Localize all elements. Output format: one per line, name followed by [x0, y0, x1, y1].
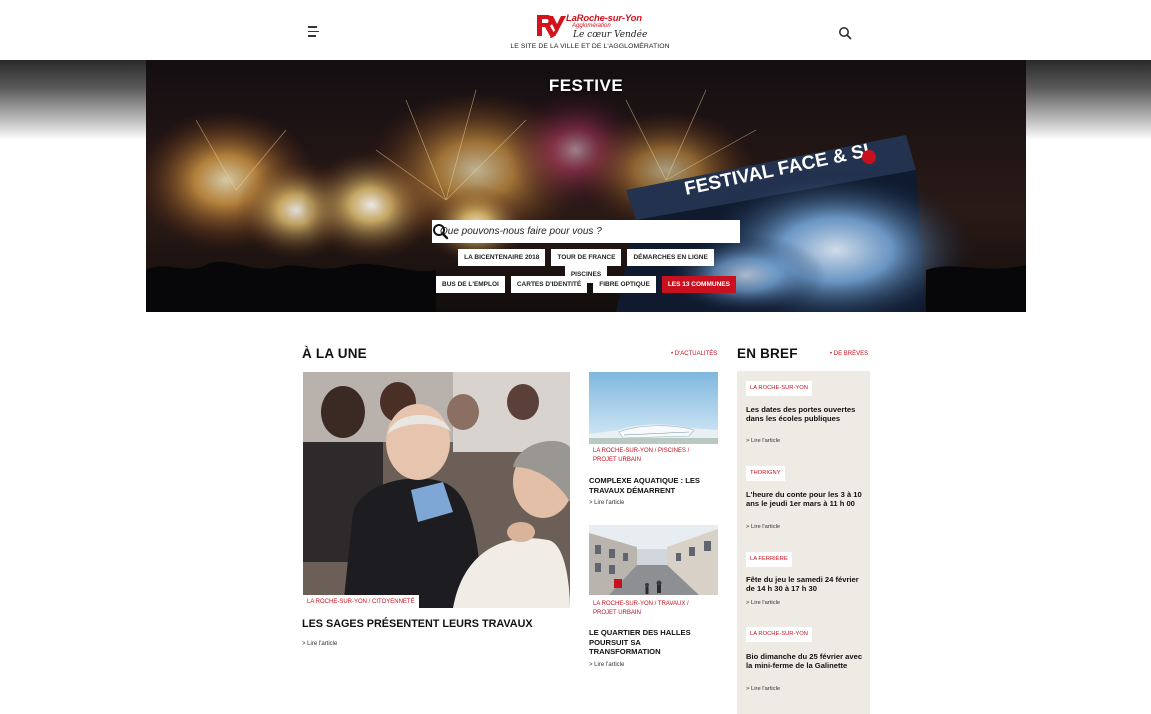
- hero-title: FESTIVE: [548, 76, 624, 95]
- card-halles-title-line1: LE QUARTIER DES HALLES: [589, 628, 691, 637]
- quick-links-row-2: BUS DE L'EMPLOI CARTES D'IDENTITÉ FIBRE OP…: [432, 276, 740, 293]
- bref-item-read-link[interactable]: > Lire l'article: [746, 438, 780, 444]
- quick-link-cartes-identite[interactable]: CARTES D'IDENTITÉ: [510, 276, 588, 293]
- quick-link-demarches[interactable]: DÉMARCHES EN LIGNE: [627, 249, 714, 266]
- bref-item-title[interactable]: L'heure du conte pour les 3 à 10 ans le …: [746, 490, 864, 508]
- bref-item-title[interactable]: Fête du jeu le samedi 24 février de 14 h…: [746, 575, 864, 593]
- hero-banner: FESTIVAL FACE & SI FESTIVE LA BICENTENAI…: [146, 60, 1026, 312]
- card-aquatique-tag[interactable]: LA ROCHE-SUR-YON / PISCINES / PROJET URB…: [589, 444, 694, 467]
- card-image-halles[interactable]: [589, 525, 718, 595]
- en-bref-title: EN BREF: [737, 346, 798, 361]
- bref-item-tag[interactable]: LA ROCHE-SUR-YON: [746, 381, 812, 396]
- main-article-photo: [303, 372, 570, 608]
- main-article-title[interactable]: LES SAGES PRÉSENTENT LEURS TRAVAUX: [302, 618, 533, 630]
- aquatic-complex-render: [589, 372, 718, 444]
- bref-item-read-link[interactable]: > Lire l'article: [746, 524, 780, 530]
- hero-search-bar: [432, 220, 740, 243]
- logo-sub: Agglomération: [572, 23, 611, 29]
- bref-item-read-link[interactable]: > Lire l'article: [746, 600, 780, 606]
- bref-item-title[interactable]: Bio dimanche du 25 février avec la mini-…: [746, 652, 864, 670]
- more-breves-link[interactable]: • DE BRÈVES: [830, 351, 868, 357]
- card-aquatique-title-line2: TRAVAUX DÉMARRENT: [589, 485, 676, 495]
- search-icon[interactable]: [432, 223, 449, 240]
- card-halles-title-line3: TRANSFORMATION: [589, 647, 661, 656]
- quick-link-fibre-optique[interactable]: FIBRE OPTIQUE: [593, 276, 656, 293]
- card-halles-tag-line1: LA ROCHE-SUR-YON / TRAVAUX /: [593, 601, 689, 607]
- bref-item-tag[interactable]: LA FERRIÈRE: [746, 552, 792, 567]
- card-aquatique-title-line1: COMPLEXE AQUATIQUE : LES: [589, 476, 700, 485]
- card-halles-tag-line2: PROJET URBAIN: [593, 609, 641, 616]
- en-bref-panel: LA ROCHE-SUR-YON Les dates des portes ou…: [737, 371, 870, 714]
- site-header: LaRoche-sur-Yon Agglomération Le cœur Ve…: [0, 0, 1151, 60]
- hero-search-input[interactable]: [432, 220, 702, 243]
- card-aquatique-tag-line1: LA ROCHE-SUR-YON / PISCINES /: [593, 448, 690, 454]
- card-aquatique-title[interactable]: COMPLEXE AQUATIQUE : LES TRAVAUX DÉMARRE…: [589, 476, 700, 495]
- bref-item-tag[interactable]: LA ROCHE-SUR-YON: [746, 627, 812, 642]
- card-aquatique-read-link[interactable]: > Lire l'article: [589, 500, 624, 506]
- card-halles-read-link[interactable]: > Lire l'article: [589, 662, 624, 668]
- bref-item-title[interactable]: Les dates des portes ouvertes dans les é…: [746, 405, 864, 423]
- main-article-image[interactable]: [303, 372, 570, 608]
- more-news-link[interactable]: • D'ACTUALITÉS: [671, 351, 717, 357]
- logo-ry-mark: [537, 15, 566, 38]
- site-logo[interactable]: LaRoche-sur-Yon Agglomération Le cœur Ve…: [505, 10, 675, 56]
- menu-icon[interactable]: [308, 26, 322, 38]
- site-tagline: LE SITE DE LA VILLE ET DE L'AGGLOMÉRATIO…: [510, 43, 670, 50]
- quick-link-bus-emploi[interactable]: BUS DE L'EMPLOI: [436, 276, 505, 293]
- card-halles-title-line2: POURSUIT SA: [589, 637, 641, 647]
- logo-script: Le cœur Vendée: [573, 30, 648, 40]
- a-la-une-title: À LA UNE: [302, 346, 367, 361]
- bref-item-tag[interactable]: THORIGNY: [746, 466, 785, 481]
- main-article-read-link[interactable]: > Lire l'article: [302, 641, 337, 647]
- main-article-tag[interactable]: LA ROCHE-SUR-YON / CITOYENNETÉ: [303, 595, 419, 609]
- card-halles-tag[interactable]: LA ROCHE-SUR-YON / TRAVAUX / PROJET URBA…: [589, 597, 693, 620]
- card-aquatique-tag-line2: PROJET URBAIN: [593, 456, 641, 463]
- street-photo: [589, 525, 718, 595]
- bref-item-read-link[interactable]: > Lire l'article: [746, 686, 780, 692]
- search-icon[interactable]: [838, 26, 852, 40]
- card-halles-title[interactable]: LE QUARTIER DES HALLES POURSUIT SA TRANS…: [589, 628, 691, 657]
- quick-link-13-communes[interactable]: LES 13 COMMUNES: [661, 276, 736, 293]
- quick-link-bicentenaire[interactable]: LA BICENTENAIRE 2018: [458, 249, 546, 266]
- card-image-aquatique[interactable]: [589, 372, 718, 444]
- quick-link-tour-de-france[interactable]: TOUR DE FRANCE: [551, 249, 622, 266]
